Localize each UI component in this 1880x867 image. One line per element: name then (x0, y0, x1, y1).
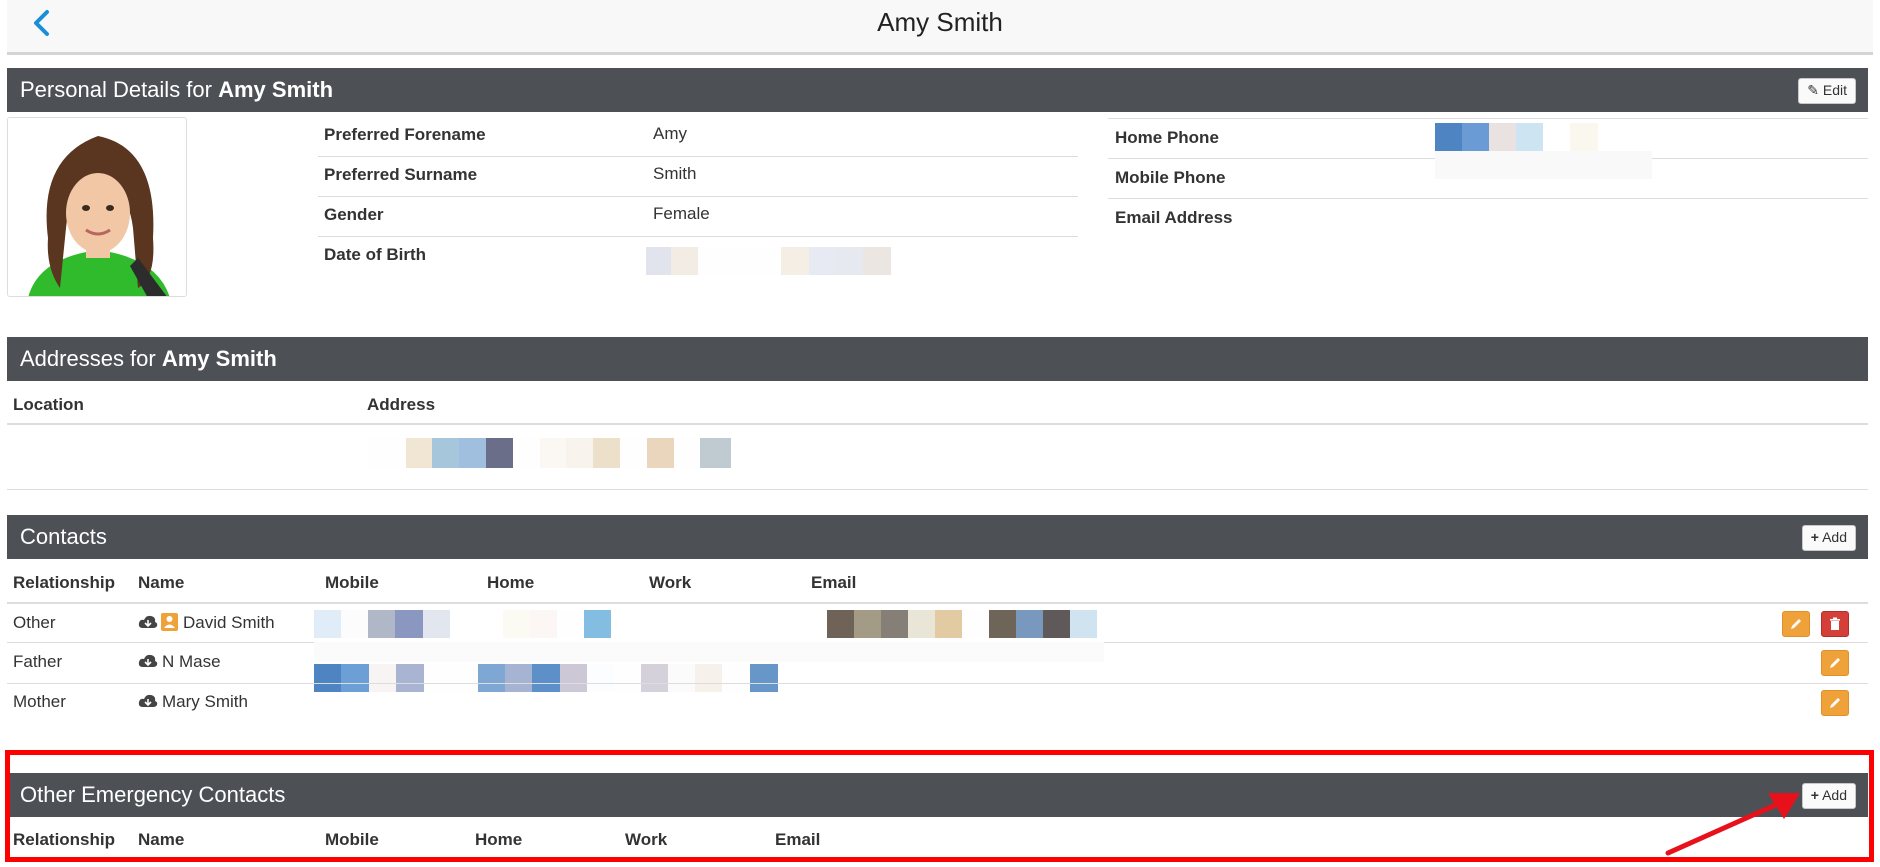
add-label: Add (1822, 787, 1847, 803)
field-label: Home Phone (1115, 128, 1219, 147)
field-row-mobile-phone: Mobile Phone (1108, 151, 1868, 198)
relationship-cell: Other (13, 613, 56, 632)
relationship-cell: Father (13, 652, 63, 671)
personal-heading-prefix: Personal Details for (20, 77, 212, 102)
redacted-home (503, 610, 611, 638)
field-label: Preferred Surname (324, 165, 478, 184)
emergency-contacts-header: Other Emergency Contacts + Add (7, 773, 1868, 817)
redacted-address (368, 438, 732, 468)
col-email: Email (775, 830, 821, 849)
redacted-phones (314, 664, 804, 692)
col-name: Name (138, 830, 185, 849)
redacted-dob (646, 247, 891, 275)
delete-contact-button[interactable] (1821, 611, 1849, 637)
redacted-row (314, 642, 1104, 662)
cloud-icon (138, 614, 158, 635)
edit-icon: ✎ (1807, 82, 1819, 98)
field-label: Date of Birth (324, 245, 426, 264)
field-row-surname: Preferred Surname Smith (318, 156, 1078, 196)
top-bar: Amy Smith (7, 0, 1873, 55)
divider (7, 489, 1868, 490)
col-name: Name (138, 573, 185, 592)
field-row-forename: Preferred Forename Amy (318, 117, 1078, 157)
col-email: Email (811, 573, 857, 592)
field-label: Mobile Phone (1115, 168, 1226, 187)
col-home: Home (475, 830, 523, 849)
field-value: Smith (653, 164, 697, 183)
annotation-arrow-icon (1665, 793, 1800, 856)
col-home: Home (487, 573, 535, 592)
redacted-email (827, 610, 1097, 638)
field-value: Female (653, 204, 710, 223)
redacted-mobile (314, 610, 450, 638)
field-row-gender: Gender Female (318, 196, 1078, 236)
col-mobile: Mobile (325, 830, 379, 849)
field-label: Email Address (1115, 208, 1233, 227)
col-location: Location (13, 395, 84, 414)
cloud-icon (138, 693, 158, 714)
emergency-heading: Other Emergency Contacts (20, 782, 286, 807)
edit-contact-button[interactable] (1821, 650, 1849, 676)
redacted-mobile-phone (1435, 151, 1652, 179)
col-relationship: Relationship (13, 830, 116, 849)
relationship-cell: Mother (13, 692, 66, 711)
edit-contact-button[interactable] (1821, 690, 1849, 716)
col-address: Address (367, 395, 436, 414)
plus-icon: + (1810, 529, 1819, 545)
contact-name[interactable]: N Mase (162, 652, 221, 672)
edit-contact-button[interactable] (1782, 611, 1810, 637)
addresses-heading-prefix: Addresses for (20, 346, 156, 371)
divider (7, 683, 1868, 684)
page-title: Amy Smith (877, 7, 1003, 37)
divider (7, 423, 1868, 425)
col-mobile: Mobile (325, 573, 379, 592)
redacted-home-phone (1435, 123, 1598, 151)
field-label: Preferred Forename (324, 125, 486, 144)
field-row-dob: Date of Birth (318, 236, 1078, 276)
field-label: Gender (324, 205, 384, 224)
col-relationship: Relationship (13, 573, 116, 592)
cloud-icon (138, 653, 158, 674)
edit-button[interactable]: ✎ Edit (1798, 78, 1856, 104)
contacts-header: Contacts + Add (7, 515, 1868, 559)
contact-name[interactable]: David Smith (183, 613, 275, 633)
personal-details-header: Personal Details for Amy Smith ✎ Edit (7, 68, 1868, 112)
add-label: Add (1822, 529, 1847, 545)
divider (7, 602, 1868, 604)
addresses-heading-name: Amy Smith (161, 346, 277, 371)
contacts-heading: Contacts (20, 524, 107, 549)
contact-person-icon (161, 613, 178, 631)
field-row-email: Email Address (1108, 198, 1868, 238)
edit-label: Edit (1822, 82, 1847, 98)
contact-name[interactable]: Mary Smith (162, 692, 248, 712)
addresses-header: Addresses for Amy Smith (7, 337, 1868, 381)
student-photo (7, 117, 187, 297)
plus-icon: + (1810, 787, 1819, 803)
field-value: Amy (653, 124, 687, 143)
add-contact-button[interactable]: + Add (1801, 525, 1856, 551)
col-work: Work (649, 573, 692, 592)
col-work: Work (625, 830, 668, 849)
personal-heading-name: Amy Smith (218, 77, 334, 102)
